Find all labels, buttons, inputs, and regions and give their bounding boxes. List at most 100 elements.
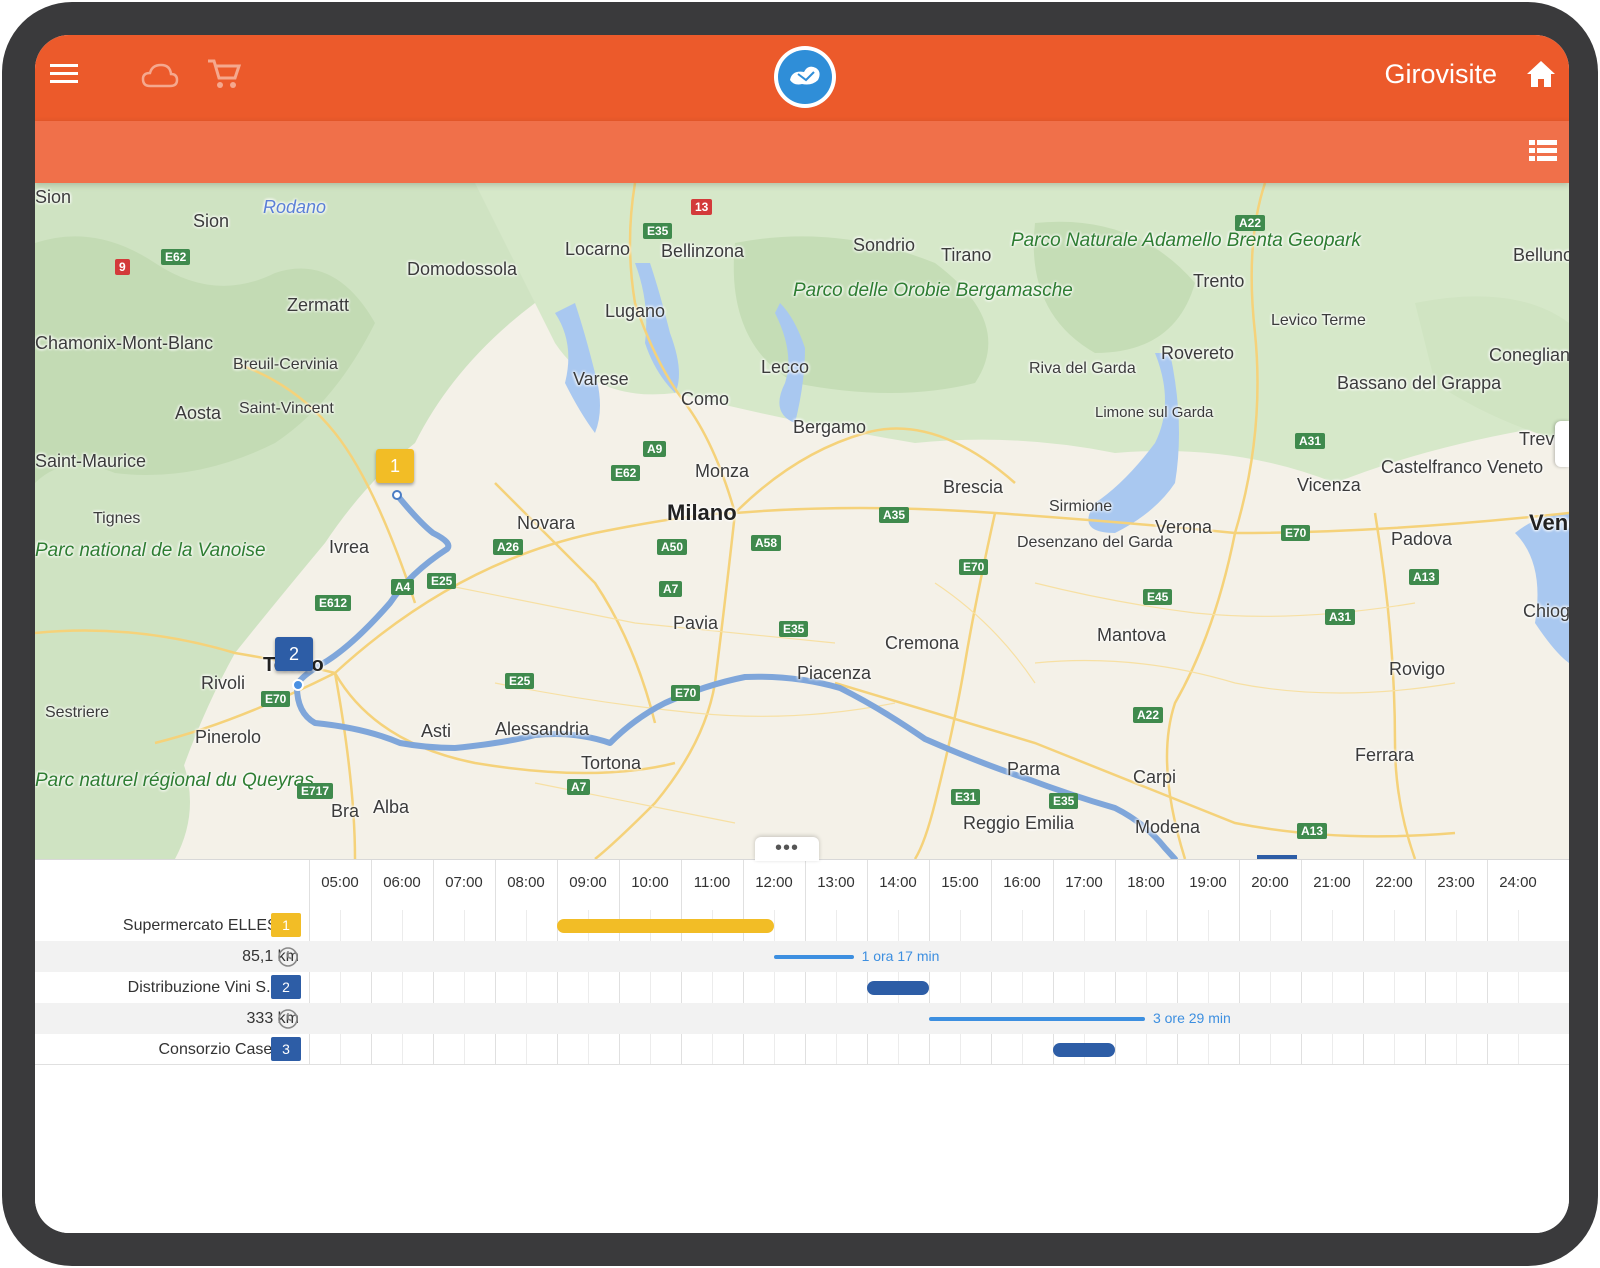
city-label: Piacenza	[797, 663, 872, 683]
city-label: Lugano	[605, 301, 666, 321]
travel-duration: 3 ore 29 min	[1152, 1010, 1231, 1026]
home-icon[interactable]	[1525, 59, 1557, 94]
road-shield: A31	[1325, 609, 1356, 625]
route-map[interactable]: Sion Sion Rodano Zermatt Domodossola Loc…	[35, 183, 1569, 859]
road-shield: E612	[315, 595, 352, 611]
hour-label: 09:00	[569, 874, 607, 891]
hour-label: 19:00	[1189, 874, 1227, 891]
hour-label: 15:00	[941, 874, 979, 891]
road-shield: E70	[1281, 525, 1311, 541]
city-label: Chioggia	[1523, 601, 1569, 621]
schedule-timeline: 05:00 06:00 07:00 08:00 09:00 10:00 11:00 12:00…	[35, 859, 1569, 1233]
city-label: Domodossola	[407, 259, 518, 279]
stop-row[interactable]: Distribuzione Vini S.p.A. 2	[35, 972, 1569, 1003]
stop-time-bar[interactable]	[557, 919, 774, 933]
shopping-cart-icon[interactable]	[206, 57, 242, 96]
hour-label: 13:00	[817, 874, 855, 891]
city-label: Bellinzona	[661, 241, 745, 261]
city-label: Sestriere	[45, 704, 110, 721]
city-label: Aosta	[175, 403, 222, 423]
travel-row: 85,1 km 1 ora 17 min	[35, 941, 1569, 972]
city-label: Carpi	[1133, 767, 1177, 787]
city-label: Riva del Garda	[1029, 360, 1136, 377]
city-label: Padova	[1391, 529, 1453, 549]
hour-label: 14:00	[879, 874, 917, 891]
panel-drag-handle[interactable]: •••	[755, 837, 819, 861]
city-label: Vicenza	[1297, 475, 1361, 495]
clock-icon	[278, 1009, 298, 1029]
top-app-bar: Girovisite	[35, 35, 1569, 121]
road-shield: A58	[751, 535, 782, 551]
city-label: Belluno	[1513, 245, 1569, 265]
stop-row[interactable]: Supermercato ELLESSE 1	[35, 910, 1569, 941]
city-label: Novara	[517, 513, 576, 533]
city-label: Locarno	[565, 239, 631, 259]
city-label: Cremona	[885, 633, 960, 653]
city-label: Castelfranco Veneto	[1381, 457, 1544, 477]
city-label: Rovigo	[1389, 659, 1446, 679]
bird-logo-icon	[774, 46, 836, 108]
city-label: Pavia	[673, 613, 719, 633]
city-label: Como	[681, 389, 730, 409]
road-shield: E62	[161, 249, 191, 265]
road-shield: E25	[505, 673, 535, 689]
city-label: Alba	[373, 797, 410, 817]
road-shield: 9	[115, 259, 130, 275]
city-label: Pinerolo	[195, 727, 262, 747]
stop-time-bar[interactable]	[1053, 1043, 1115, 1057]
tablet-frame: Girovisite Sion Sion Rodano Zermatt Domo…	[2, 2, 1598, 1266]
road-shield: A13	[1297, 823, 1328, 839]
road-shield: E70	[671, 685, 701, 701]
app-title: Girovisite	[1384, 59, 1497, 89]
hour-label: 22:00	[1375, 874, 1413, 891]
city-label: Limone sul Garda	[1095, 404, 1214, 421]
city-label: Rivoli	[201, 673, 246, 693]
city-label: Brescia	[943, 477, 1004, 497]
hour-label: 16:00	[1003, 874, 1041, 891]
hour-label: 11:00	[693, 874, 731, 891]
city-label: Desenzano del Garda	[1017, 534, 1173, 551]
hour-label: 05:00	[321, 874, 359, 891]
travel-duration: 1 ora 17 min	[861, 948, 940, 964]
city-label: Monza	[695, 461, 750, 481]
city-label: Sion	[193, 211, 230, 231]
road-shield: A22	[1133, 707, 1164, 723]
hour-label: 21:00	[1313, 874, 1351, 891]
road-shield: A7	[567, 779, 591, 795]
city-label: Ivrea	[329, 537, 370, 557]
road-shield: A7	[659, 581, 683, 597]
hour-label: 08:00	[507, 874, 545, 891]
city-label: Sion	[35, 187, 72, 207]
city-label: Zermatt	[287, 295, 350, 315]
clock-icon	[278, 947, 298, 967]
hour-label: 12:00	[755, 874, 793, 891]
map-marker-stop-2[interactable]: 2	[275, 637, 313, 671]
city-label: Saint-Vincent	[239, 400, 334, 417]
stop-row[interactable]: Consorzio Caseario 3	[35, 1034, 1569, 1065]
hamburger-menu-icon[interactable]	[50, 62, 80, 91]
road-shield: A4	[391, 579, 415, 595]
list-view-icon[interactable]	[1529, 139, 1557, 168]
stop-number-badge: 2	[271, 975, 301, 999]
city-label: Bergamo	[793, 417, 867, 437]
stop-time-bar[interactable]	[867, 981, 929, 995]
city-label: Rovereto	[1161, 343, 1235, 363]
hour-label: 18:00	[1127, 874, 1165, 891]
road-shield: A50	[657, 539, 688, 555]
map-marker-stop-1[interactable]: 1	[376, 449, 414, 483]
road-shield: E45	[1143, 589, 1173, 605]
park-label: Parco delle Orobie Bergamasche	[793, 280, 1073, 301]
road-shield: A22	[1235, 215, 1266, 231]
cloud-icon[interactable]	[140, 61, 180, 96]
stop-number-badge: 1	[271, 913, 301, 937]
city-label: Tortona	[581, 753, 642, 773]
city-label: Breuil-Cervinia	[233, 356, 338, 373]
road-shield: A31	[1295, 433, 1326, 449]
city-label: Milano	[667, 500, 737, 525]
road-shield: E62	[611, 465, 641, 481]
city-label: Tirano	[941, 245, 992, 265]
river-label: Rodano	[263, 197, 327, 217]
map-side-handle[interactable]	[1555, 421, 1569, 467]
city-label: Sirmione	[1049, 498, 1113, 515]
road-shield: A9	[643, 441, 667, 457]
